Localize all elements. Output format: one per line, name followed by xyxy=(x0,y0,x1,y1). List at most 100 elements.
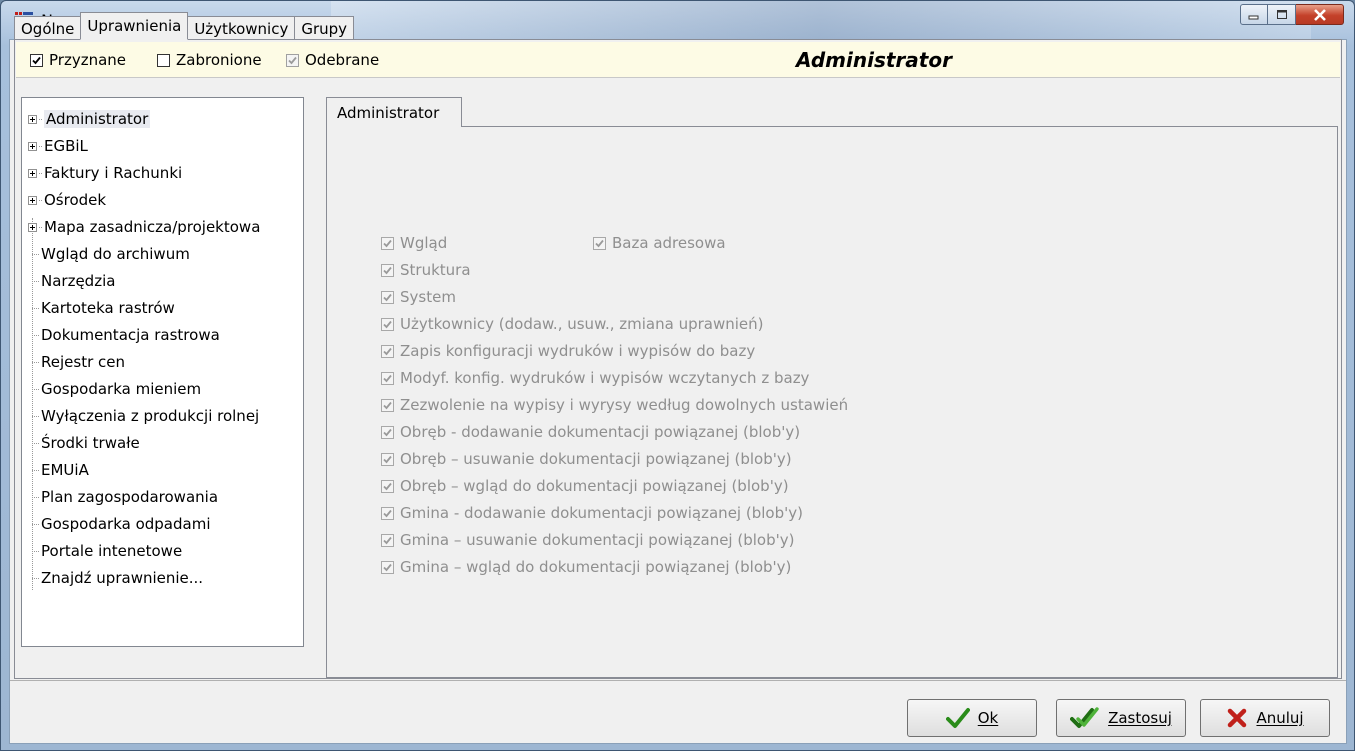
tree-item[interactable]: EMUiA xyxy=(28,459,89,481)
legend-forbidden: Zabronione xyxy=(157,51,262,69)
tree-item[interactable]: Znajdź uprawnienie... xyxy=(28,567,203,589)
tree-item[interactable]: Środki trwałe xyxy=(28,432,140,454)
checkbox-empty-icon xyxy=(157,53,170,67)
tree-item-label: Mapa zasadnicza/projektowa xyxy=(44,218,261,236)
tree-connector xyxy=(39,199,42,201)
apply-button[interactable]: Zastosuj xyxy=(1056,699,1186,737)
permission-label: Zezwolenie na wypisy i wyrysy według dow… xyxy=(400,396,849,414)
apply-label: Zastosuj xyxy=(1108,709,1172,727)
tree-item-label: Gospodarka mieniem xyxy=(41,380,202,398)
tree-item[interactable]: Dokumentacja rastrowa xyxy=(28,324,220,346)
minimize-button[interactable] xyxy=(1240,4,1268,25)
tree-item-label: Środki trwałe xyxy=(41,434,140,452)
checkbox-dimmed-icon xyxy=(381,398,394,412)
maximize-button[interactable] xyxy=(1268,4,1296,25)
tree-item[interactable]: Administrator xyxy=(28,108,151,130)
permission-item[interactable]: Zezwolenie na wypisy i wyrysy według dow… xyxy=(381,396,848,414)
tree-connector xyxy=(32,496,39,498)
permission-label: Gmina – wgląd do dokumentacji powiązanej… xyxy=(400,558,792,576)
tree-connector xyxy=(32,550,39,552)
checkbox-dimmed-icon xyxy=(381,506,394,520)
window: Nowa rola Ogólne Uprawnienia Użytkownicy… xyxy=(0,0,1355,751)
tree-item-label: Faktury i Rachunki xyxy=(44,164,183,182)
permission-label: Modyf. konfig. wydruków i wypisów wczyta… xyxy=(400,369,810,387)
close-icon xyxy=(1313,8,1326,21)
permission-item[interactable]: Struktura xyxy=(381,261,471,279)
tree-connector xyxy=(39,145,42,147)
tree-item-label: Ośrodek xyxy=(44,191,107,209)
tree-item[interactable]: Plan zagospodarowania xyxy=(28,486,218,508)
cancel-label: Anuluj xyxy=(1256,709,1304,727)
permission-item[interactable]: System xyxy=(381,288,456,306)
permission-item[interactable]: Wgląd xyxy=(381,234,447,252)
expand-plus-icon[interactable] xyxy=(28,168,37,178)
ok-button[interactable]: Ok xyxy=(907,699,1037,737)
permission-item[interactable]: Obręb – usuwanie dokumentacji powiązanej… xyxy=(381,450,792,468)
checkbox-dimmed-icon xyxy=(381,452,394,466)
tab-administrator[interactable]: Administrator xyxy=(326,97,462,127)
legend-granted-label: Przyznane xyxy=(49,51,127,69)
tree-item[interactable]: Kartoteka rastrów xyxy=(28,297,175,319)
permission-label: System xyxy=(400,288,456,306)
legend-revoked-label: Odebrane xyxy=(305,51,380,69)
permission-item[interactable]: Obręb - dodawanie dokumentacji powiązane… xyxy=(381,423,800,441)
checkbox-dimmed-icon xyxy=(381,425,394,439)
tab-grupy[interactable]: Grupy xyxy=(294,16,355,40)
permission-item[interactable]: Modyf. konfig. wydruków i wypisów wczyta… xyxy=(381,369,809,387)
permission-item[interactable]: Zapis konfiguracji wydruków i wypisów do… xyxy=(381,342,755,360)
minimize-icon xyxy=(1248,15,1259,19)
tree-item[interactable]: Mapa zasadnicza/projektowa xyxy=(28,216,260,238)
legend-revoked: Odebrane xyxy=(286,51,379,69)
expand-plus-icon[interactable] xyxy=(28,222,37,232)
tree-item-label: Znajdź uprawnienie... xyxy=(41,569,204,587)
tree-connector xyxy=(32,442,39,444)
tab-uprawnienia[interactable]: Uprawnienia xyxy=(80,12,189,40)
tab-label: Użytkownicy xyxy=(194,19,289,38)
legend-bar: Przyznane Zabronione Odebrane Administra… xyxy=(16,42,1340,78)
legend-granted: Przyznane xyxy=(30,51,126,69)
permission-label: Zapis konfiguracji wydruków i wypisów do… xyxy=(400,342,756,360)
tree-item[interactable]: Portale intenetowe xyxy=(28,540,182,562)
tree-item-label: Plan zagospodarowania xyxy=(41,488,219,506)
tree-connector xyxy=(32,523,39,525)
maximize-icon xyxy=(1276,10,1287,19)
tree-item[interactable]: Gospodarka odpadami xyxy=(28,513,210,535)
tab-ogolne[interactable]: Ogólne xyxy=(14,16,82,40)
tree-item[interactable]: Narzędzia xyxy=(28,270,115,292)
tree-item[interactable]: Ośrodek xyxy=(28,189,106,211)
permission-item[interactable]: Gmina – usuwanie dokumentacji powiązanej… xyxy=(381,531,794,549)
inner-tab-label: Administrator xyxy=(337,103,440,122)
checkbox-dimmed-icon xyxy=(381,560,394,574)
tab-uzytkownicy[interactable]: Użytkownicy xyxy=(187,16,296,40)
tree-item-label: EMUiA xyxy=(41,461,89,479)
expand-plus-icon[interactable] xyxy=(28,141,37,151)
tree-item[interactable]: EGBiL xyxy=(28,135,88,157)
permission-item[interactable]: Gmina - dodawanie dokumentacji powiązane… xyxy=(381,504,803,522)
cancel-button[interactable]: Anuluj xyxy=(1200,699,1330,737)
checkbox-dimmed-icon xyxy=(381,236,394,250)
double-checkmark-icon xyxy=(1070,707,1099,728)
tree-item[interactable]: Faktury i Rachunki xyxy=(28,162,182,184)
tree-item-label: Administrator xyxy=(44,110,151,128)
permission-item[interactable]: Baza adresowa xyxy=(593,234,726,252)
tab-label: Grupy xyxy=(301,19,348,38)
permission-item[interactable]: Obręb – wgląd do dokumentacji powiązanej… xyxy=(381,477,789,495)
checkbox-checked-icon xyxy=(30,53,43,67)
tree-item[interactable]: Wgląd do archiwum xyxy=(28,243,190,265)
close-button[interactable] xyxy=(1296,4,1344,25)
tree-connector xyxy=(32,280,39,282)
tree-item-label: Narzędzia xyxy=(41,272,116,290)
permissions-panel: Wgląd Struktura System Użytkownicy (dodaw.,… xyxy=(326,126,1338,678)
permission-tree[interactable]: Administrator EGBiL Faktury i Rachunki Ośro… xyxy=(21,97,304,647)
tree-item[interactable]: Gospodarka mieniem xyxy=(28,378,201,400)
caption-buttons xyxy=(1240,4,1344,28)
tree-item[interactable]: Wyłączenia z produkcji rolnej xyxy=(28,405,259,427)
permission-item[interactable]: Użytkownicy (dodaw., usuw., zmiana upraw… xyxy=(381,315,764,333)
expand-plus-icon[interactable] xyxy=(28,195,37,205)
checkbox-dimmed-icon xyxy=(381,479,394,493)
expand-plus-icon[interactable] xyxy=(28,114,37,124)
permission-item[interactable]: Gmina – wgląd do dokumentacji powiązanej… xyxy=(381,558,791,576)
checkbox-dimmed-icon xyxy=(381,533,394,547)
tree-item[interactable]: Rejestr cen xyxy=(28,351,125,373)
tree-connector xyxy=(32,415,39,417)
